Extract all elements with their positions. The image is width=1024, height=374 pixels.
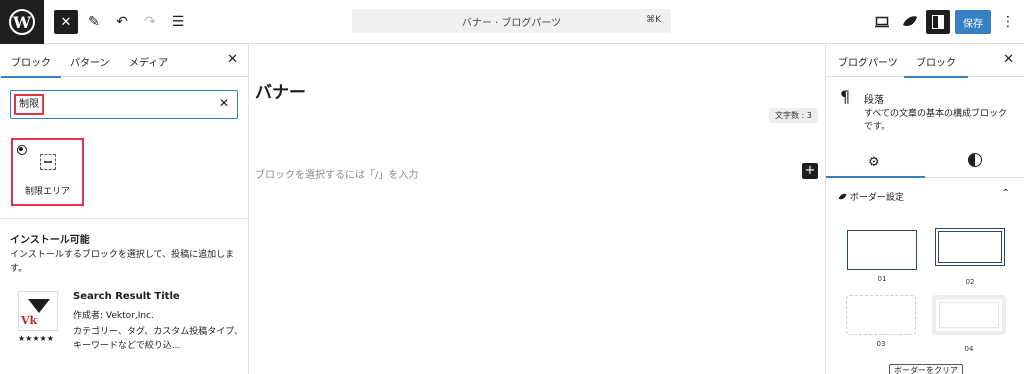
tab-patterns[interactable]: パターン <box>70 54 110 69</box>
styles-contrast-icon[interactable] <box>968 153 982 167</box>
plugin-name[interactable]: Search Result Title <box>73 291 180 302</box>
leaf-icon <box>903 16 917 27</box>
plugin-badge-icon <box>17 145 27 155</box>
block-search-input[interactable]: 制限 ✕ <box>10 90 238 119</box>
edit-tool-button[interactable]: ✎ <box>82 10 106 34</box>
tab-media[interactable]: メディア <box>129 54 168 69</box>
border-option-label: 04 <box>964 345 974 353</box>
leaf-icon <box>838 193 847 200</box>
installable-heading: インストール可能 <box>10 235 90 246</box>
border-panel-label: ボーダー設定 <box>849 193 904 203</box>
border-panel-title[interactable]: ボーダー設定 <box>838 190 904 203</box>
plugin-rating: ★★★★★ <box>18 334 54 343</box>
redo-button[interactable]: ↷ <box>138 10 162 34</box>
plugin-author: 作成者: Vektor,Inc. <box>73 311 154 321</box>
post-title[interactable]: バナー <box>255 78 306 103</box>
border-option-04[interactable]: 04 <box>932 295 1006 353</box>
gear-icon[interactable]: ⚙ <box>868 155 880 170</box>
clear-border-button[interactable]: ボーダーをクリア <box>889 364 963 374</box>
editor-header: W ✕ ✎ ↶ ↷ ☰ バナー · ブログパーツ ⌘K 保存 ⋮ <box>0 0 1024 44</box>
funnel-icon <box>28 299 50 313</box>
block-result-label: 制限エリア <box>24 187 70 197</box>
document-title: バナー · ブログパーツ <box>461 17 562 29</box>
block-result-restricted-area[interactable]: 制限エリア <box>11 138 84 206</box>
block-placeholder[interactable]: ブロックを選択するには「/」を入力 <box>255 166 418 181</box>
more-options-icon[interactable]: ⋮ <box>996 10 1020 34</box>
block-description: すべての文章の基本の構成ブロックです。 <box>864 109 1008 132</box>
active-tab-indicator <box>826 176 925 178</box>
border-option-label: 01 <box>877 275 887 283</box>
vk-logo-text: Vk <box>21 314 38 327</box>
clear-search-icon[interactable]: ✕ <box>219 96 229 110</box>
sidebar-icon <box>932 15 944 29</box>
restricted-area-icon <box>40 154 56 170</box>
block-inserter-panel: ブロック パターン メディア ✕ 制限 ✕ 制限エリア インストール可能 インス… <box>0 44 249 374</box>
editor-canvas[interactable]: バナー 文字数 : 3 ブロックを選択するには「/」を入力 + <box>249 44 825 374</box>
plugin-logo[interactable]: Vk <box>18 291 58 331</box>
close-icon[interactable]: ✕ <box>227 52 238 67</box>
inserter-tabs: ブロック パターン メディア ✕ <box>0 44 248 78</box>
block-name: 段落 <box>864 95 884 106</box>
border-option-01[interactable]: 01 <box>847 230 917 283</box>
border-option-label: 02 <box>965 278 975 286</box>
save-button[interactable]: 保存 <box>955 10 991 34</box>
styles-button[interactable] <box>898 10 922 34</box>
preview-button[interactable] <box>870 10 894 34</box>
close-inserter-button[interactable]: ✕ <box>54 10 78 34</box>
border-option-03[interactable]: 03 <box>846 295 916 348</box>
settings-tabs: ブログパーツ ブロック ✕ <box>826 44 1024 78</box>
border-option-label: 03 <box>876 340 886 348</box>
search-value: 制限 <box>14 94 44 115</box>
character-count-badge: 文字数 : 3 <box>769 108 818 123</box>
settings-toggle-button[interactable] <box>926 10 950 34</box>
divider <box>0 218 248 219</box>
desktop-icon <box>875 16 889 28</box>
add-block-button[interactable]: + <box>802 163 818 179</box>
close-icon[interactable]: ✕ <box>1003 52 1014 67</box>
tab-block[interactable]: ブロック <box>904 54 968 78</box>
command-shortcut: ⌘K <box>646 15 661 25</box>
tab-blog-parts[interactable]: ブログパーツ <box>838 54 898 69</box>
plugin-description: カテゴリー、タグ、カスタム投稿タイプ、キーワードなどで絞り込... <box>73 327 244 351</box>
paragraph-icon: ¶ <box>840 87 851 106</box>
chevron-up-icon[interactable]: ⌃ <box>1002 188 1010 199</box>
wordpress-icon: W <box>9 9 35 35</box>
settings-sidebar: ブログパーツ ブロック ✕ ¶ 段落 すべての文章の基本の構成ブロックです。 ⚙… <box>825 44 1024 374</box>
undo-button[interactable]: ↶ <box>110 10 134 34</box>
wordpress-logo[interactable]: W <box>0 0 44 44</box>
list-view-button[interactable]: ☰ <box>166 10 190 34</box>
block-settings-tabs: ⚙ <box>826 148 1024 178</box>
command-palette-button[interactable]: バナー · ブログパーツ ⌘K <box>352 9 671 33</box>
installable-description: インストールするブロックを選択して、投稿に追加します。 <box>10 250 235 274</box>
tab-blocks[interactable]: ブロック <box>1 54 61 78</box>
border-option-inner <box>939 302 999 328</box>
border-option-02[interactable]: 02 <box>935 228 1005 286</box>
